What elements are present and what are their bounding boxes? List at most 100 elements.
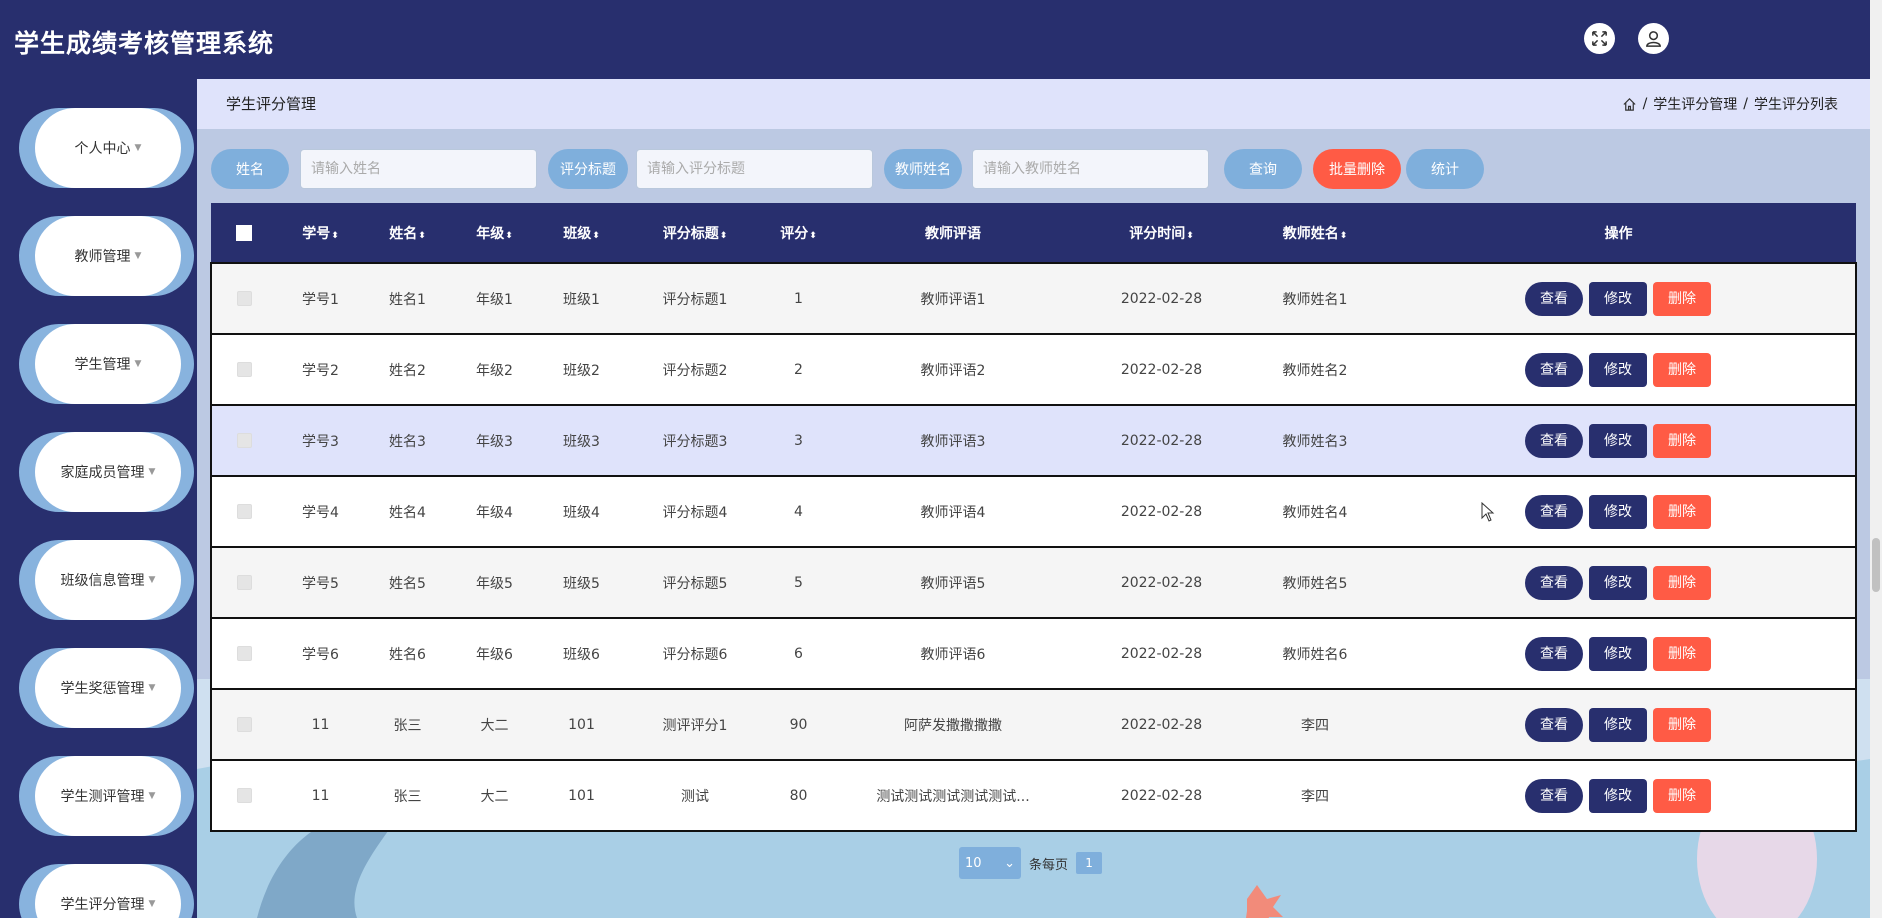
sort-icon: ⬍ xyxy=(809,230,817,241)
sidebar-item-teachers[interactable]: 教师管理 ▼ xyxy=(19,216,194,296)
delete-button[interactable]: 删除 xyxy=(1653,778,1711,813)
sidebar-item-scores[interactable]: 学生评分管理 ▼ xyxy=(19,864,194,918)
cell-comment: 测试测试测试测试测试... xyxy=(876,788,1030,805)
cell-comment: 教师评语6 xyxy=(920,646,986,663)
edit-button[interactable]: 修改 xyxy=(1589,636,1647,671)
page-size-select[interactable]: 10 ⌄ xyxy=(959,847,1021,879)
row-checkbox[interactable] xyxy=(211,476,277,547)
table-row[interactable]: 11 张三 大二 101 测试 80 测试测试测试测试测试... 2022-02-28 李四 查看… xyxy=(211,760,1856,831)
delete-button[interactable]: 删除 xyxy=(1653,352,1711,387)
cell-class: 101 xyxy=(568,787,595,804)
column-header-id[interactable]: 学号⬍ xyxy=(277,203,364,263)
sidebar-item-label: 学生奖惩管理 xyxy=(60,681,145,697)
table-row[interactable]: 学号6 姓名6 年级6 班级6 评分标题6 6 教师评语6 2022-02-28 教师姓名6 查看… xyxy=(211,618,1856,689)
caret-down-icon: ▼ xyxy=(134,143,142,153)
edit-button[interactable]: 修改 xyxy=(1589,565,1647,600)
view-button[interactable]: 查看 xyxy=(1525,778,1583,813)
title-search-input[interactable] xyxy=(636,149,873,189)
edit-button[interactable]: 修改 xyxy=(1589,352,1647,387)
column-header-title[interactable]: 评分标题⬍ xyxy=(625,203,765,263)
edit-button[interactable]: 修改 xyxy=(1589,423,1647,458)
select-all-checkbox[interactable] xyxy=(211,203,277,263)
sidebar-item-rewards[interactable]: 学生奖惩管理 ▼ xyxy=(19,648,194,728)
row-checkbox[interactable] xyxy=(211,689,277,760)
sort-icon: ⬍ xyxy=(1186,230,1194,241)
scrollbar[interactable] xyxy=(1870,0,1882,918)
cell-comment: 阿萨发撒撒撒撒 xyxy=(904,717,1002,734)
view-button[interactable]: 查看 xyxy=(1525,565,1583,600)
user-icon[interactable] xyxy=(1638,23,1669,54)
delete-button[interactable]: 删除 xyxy=(1653,707,1711,742)
table-row[interactable]: 学号5 姓名5 年级5 班级5 评分标题5 5 教师评语5 2022-02-28 教师姓名5 查看… xyxy=(211,547,1856,618)
table-row[interactable]: 学号1 姓名1 年级1 班级1 评分标题1 1 教师评语1 2022-02-28 教师姓名1 查看… xyxy=(211,263,1856,334)
sidebar-item-classes[interactable]: 班级信息管理 ▼ xyxy=(19,540,194,620)
row-checkbox[interactable] xyxy=(211,263,277,334)
column-header-actions: 操作 xyxy=(1604,225,1633,242)
view-button[interactable]: 查看 xyxy=(1525,281,1583,316)
teacher-search-input[interactable] xyxy=(972,149,1209,189)
row-actions: 查看 修改 删除 xyxy=(1381,689,1856,760)
sidebar-item-label: 班级信息管理 xyxy=(60,573,145,589)
view-button[interactable]: 查看 xyxy=(1525,636,1583,671)
batch-delete-button[interactable]: 批量删除 xyxy=(1313,149,1401,189)
table-row[interactable]: 11 张三 大二 101 测评评分1 90 阿萨发撒撒撒撒 2022-02-28 李四 查看 修改删… xyxy=(211,689,1856,760)
scrollbar-thumb[interactable] xyxy=(1872,538,1880,592)
row-checkbox[interactable] xyxy=(211,547,277,618)
sort-icon: ⬍ xyxy=(505,230,513,241)
cell-title: 测评评分1 xyxy=(662,717,728,734)
page-number-button[interactable]: 1 xyxy=(1076,852,1103,874)
sidebar-item-profile[interactable]: 个人中心 ▼ xyxy=(19,108,194,188)
fullscreen-icon[interactable] xyxy=(1584,23,1615,54)
search-button[interactable]: 查询 xyxy=(1224,149,1302,189)
column-header-class[interactable]: 班级⬍ xyxy=(538,203,625,263)
delete-button[interactable]: 删除 xyxy=(1653,281,1711,316)
main-content: 学生评分管理 / 学生评分管理 / 学生评分列表 姓名 评分标题 教师姓名 查询… xyxy=(197,79,1870,918)
column-header-teacher[interactable]: 教师姓名⬍ xyxy=(1249,203,1381,263)
view-button[interactable]: 查看 xyxy=(1525,707,1583,742)
chevron-down-icon: ⌄ xyxy=(1004,855,1015,871)
cell-teacher: 教师姓名3 xyxy=(1282,433,1348,450)
breadcrumb-item-module[interactable]: 学生评分管理 xyxy=(1653,94,1737,114)
cell-teacher: 李四 xyxy=(1301,717,1329,734)
edit-button[interactable]: 修改 xyxy=(1589,778,1647,813)
sidebar-item-evaluations[interactable]: 学生测评管理 ▼ xyxy=(19,756,194,836)
pagination: 10 ⌄ 条每页 1 xyxy=(959,847,1103,879)
column-header-score[interactable]: 评分⬍ xyxy=(765,203,832,263)
cell-title: 评分标题5 xyxy=(662,575,728,592)
edit-button[interactable]: 修改 xyxy=(1589,281,1647,316)
sidebar-item-label: 学生测评管理 xyxy=(60,789,145,805)
name-search-input[interactable] xyxy=(300,149,537,189)
view-button[interactable]: 查看 xyxy=(1525,423,1583,458)
row-actions: 查看 修改 删除 xyxy=(1381,547,1856,618)
column-header-time[interactable]: 评分时间⬍ xyxy=(1074,203,1249,263)
view-button[interactable]: 查看 xyxy=(1525,494,1583,529)
table-row[interactable]: 学号2 姓名2 年级2 班级2 评分标题2 2 教师评语2 2022-02-28 教师姓名2 查看… xyxy=(211,334,1856,405)
row-actions: 查看 修改 删除 xyxy=(1381,760,1856,831)
edit-button[interactable]: 修改 xyxy=(1589,707,1647,742)
row-checkbox[interactable] xyxy=(211,760,277,831)
row-checkbox[interactable] xyxy=(211,405,277,476)
delete-button[interactable]: 删除 xyxy=(1653,565,1711,600)
teacher-filter-label: 教师姓名 xyxy=(884,149,962,189)
table-row[interactable]: 学号3 姓名3 年级3 班级3 评分标题3 3 教师评语3 2022-02-28 教师姓名3 查看… xyxy=(211,405,1856,476)
table-row[interactable]: 学号4 姓名4 年级4 班级4 评分标题4 4 教师评语4 2022-02-28 教师姓名4 查看… xyxy=(211,476,1856,547)
cell-comment: 教师评语4 xyxy=(920,504,986,521)
view-button[interactable]: 查看 xyxy=(1525,352,1583,387)
row-checkbox[interactable] xyxy=(211,618,277,689)
caret-down-icon: ▼ xyxy=(148,467,156,477)
sidebar-item-family[interactable]: 家庭成员管理 ▼ xyxy=(19,432,194,512)
column-header-name[interactable]: 姓名⬍ xyxy=(364,203,451,263)
cell-name: 姓名1 xyxy=(389,291,426,308)
sidebar-item-students[interactable]: 学生管理 ▼ xyxy=(19,324,194,404)
edit-button[interactable]: 修改 xyxy=(1589,494,1647,529)
cell-time: 2022-02-28 xyxy=(1120,716,1203,733)
home-icon[interactable] xyxy=(1622,97,1637,112)
cell-teacher: 教师姓名1 xyxy=(1282,291,1348,308)
cell-score: 3 xyxy=(794,432,803,449)
delete-button[interactable]: 删除 xyxy=(1653,636,1711,671)
delete-button[interactable]: 删除 xyxy=(1653,423,1711,458)
delete-button[interactable]: 删除 xyxy=(1653,494,1711,529)
row-checkbox[interactable] xyxy=(211,334,277,405)
stats-button[interactable]: 统计 xyxy=(1406,149,1484,189)
column-header-grade[interactable]: 年级⬍ xyxy=(451,203,538,263)
